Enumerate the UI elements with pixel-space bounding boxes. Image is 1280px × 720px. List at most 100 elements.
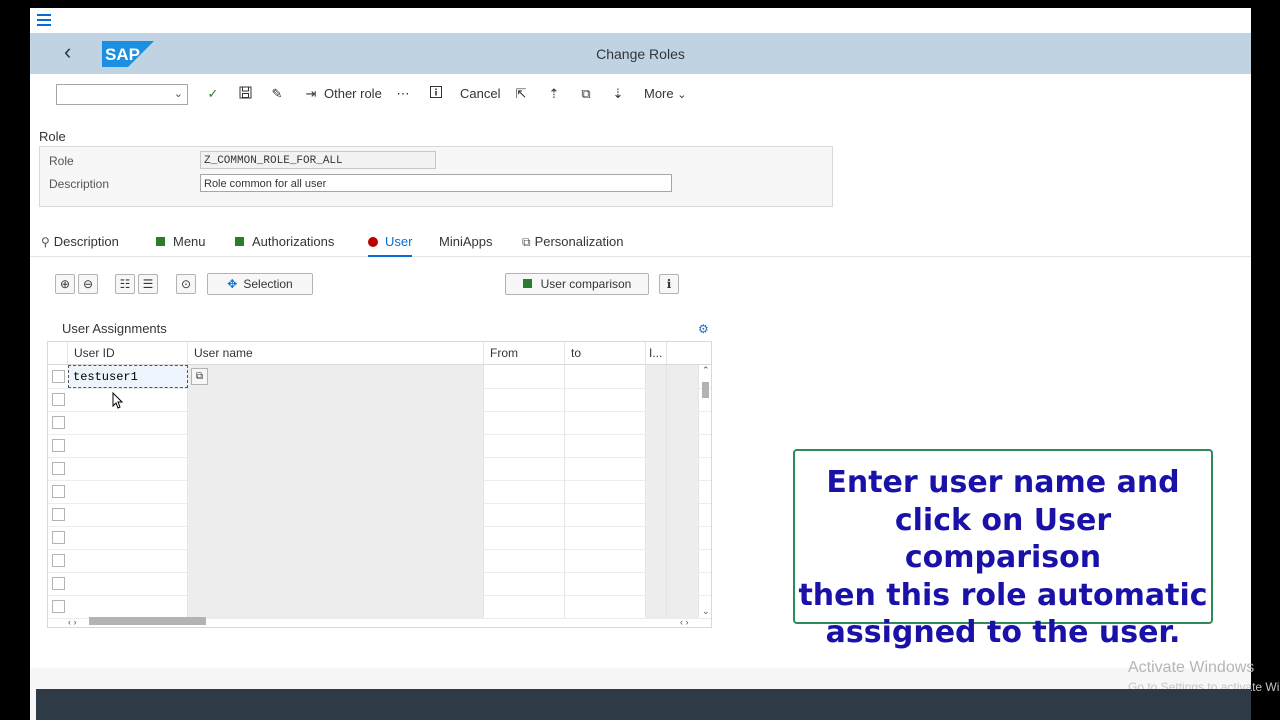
- column-header-user-id[interactable]: User ID: [68, 342, 188, 364]
- select-all-icon[interactable]: ☷: [115, 274, 135, 294]
- selection-button[interactable]: ✥ Selection: [207, 273, 313, 295]
- cell-filler: [667, 526, 699, 549]
- cell-user-id[interactable]: [68, 480, 188, 503]
- cell-filler: [667, 434, 699, 457]
- cell-user-id[interactable]: [68, 526, 188, 549]
- download-icon[interactable]: ⇣: [610, 86, 626, 102]
- row-select-checkbox[interactable]: [52, 370, 65, 383]
- cell-from[interactable]: [484, 457, 565, 480]
- cell-to[interactable]: [565, 572, 646, 595]
- row-select-checkbox[interactable]: [52, 416, 65, 429]
- cell-user-id[interactable]: [68, 434, 188, 457]
- row-select-checkbox[interactable]: [52, 577, 65, 590]
- row-select-checkbox[interactable]: [52, 462, 65, 475]
- cell-user-id[interactable]: [68, 411, 188, 434]
- check-icon[interactable]: ✓: [205, 86, 221, 102]
- chevron-down-icon: ⌄: [677, 89, 687, 101]
- user-comparison-button[interactable]: User comparison: [505, 273, 649, 295]
- cell-user-id[interactable]: [68, 549, 188, 572]
- table-row: [48, 549, 711, 573]
- cell-from[interactable]: [484, 365, 565, 388]
- svg-text:‹ ›: ‹ ›: [680, 617, 689, 626]
- menu-icon[interactable]: [37, 14, 51, 26]
- cell-from[interactable]: [484, 388, 565, 411]
- tab-user[interactable]: User: [368, 234, 413, 257]
- cell-from[interactable]: [484, 572, 565, 595]
- remove-row-icon[interactable]: ⊖: [78, 274, 98, 294]
- cell-user-id[interactable]: [68, 595, 188, 618]
- cell-user-name: [188, 549, 484, 572]
- cell-from[interactable]: [484, 411, 565, 434]
- row-select-checkbox[interactable]: [52, 508, 65, 521]
- tab-miniapps[interactable]: MiniApps: [439, 234, 492, 250]
- cell-to[interactable]: [565, 503, 646, 526]
- gear-icon[interactable]: ⚙: [698, 322, 709, 336]
- cell-user-id[interactable]: [68, 572, 188, 595]
- upload-icon[interactable]: ⇡: [546, 86, 562, 102]
- tab-description[interactable]: ⚲ Description: [41, 234, 119, 250]
- cell-to[interactable]: [565, 365, 646, 388]
- cell-user-id[interactable]: [68, 388, 188, 411]
- role-label: Role: [49, 154, 74, 168]
- row-select-checkbox[interactable]: [52, 554, 65, 567]
- tab-personalization[interactable]: ⧉ Personalization: [522, 234, 623, 250]
- row-select-checkbox[interactable]: [52, 600, 65, 613]
- row-select-checkbox[interactable]: [52, 393, 65, 406]
- column-header-user-name[interactable]: User name: [188, 342, 484, 364]
- cell-from[interactable]: [484, 526, 565, 549]
- more-label: More: [644, 86, 674, 101]
- table-row: [48, 457, 711, 481]
- cell-filler: [667, 388, 699, 411]
- column-header-from[interactable]: From: [484, 342, 565, 364]
- cell-to[interactable]: [565, 388, 646, 411]
- more-button[interactable]: More ⌄: [644, 86, 686, 103]
- cell-from[interactable]: [484, 480, 565, 503]
- row-select-checkbox[interactable]: [52, 485, 65, 498]
- horizontal-scrollbar[interactable]: ‹ › ‹ ›: [68, 616, 708, 626]
- save-icon[interactable]: [237, 86, 253, 102]
- row-select-checkbox[interactable]: [52, 531, 65, 544]
- cell-to[interactable]: [565, 549, 646, 572]
- cell-user-id[interactable]: [68, 457, 188, 480]
- cell-user-id[interactable]: [68, 503, 188, 526]
- tab-menu[interactable]: Menu: [156, 234, 206, 250]
- copy-icon[interactable]: ⧉: [578, 86, 594, 102]
- description-field[interactable]: Role common for all user: [200, 174, 672, 192]
- value-help-icon[interactable]: ⧉: [191, 368, 208, 385]
- command-select[interactable]: ⌄: [56, 84, 188, 105]
- export-icon[interactable]: ⇱: [513, 86, 529, 102]
- column-header-indicator[interactable]: I...: [646, 342, 667, 364]
- table-row: testuser1 ⧉: [48, 365, 711, 389]
- instruction-callout: Enter user name and click on User compar…: [793, 449, 1213, 650]
- hierarchy-icon[interactable]: ⋯: [395, 86, 411, 102]
- selection-label: Selection: [243, 277, 293, 291]
- cell-to[interactable]: [565, 434, 646, 457]
- cancel-button[interactable]: Cancel: [460, 86, 500, 102]
- tab-authorizations[interactable]: Authorizations: [235, 234, 334, 250]
- add-row-icon[interactable]: ⊕: [55, 274, 75, 294]
- edit-display-icon[interactable]: ✎: [269, 86, 285, 102]
- cell-from[interactable]: [484, 595, 565, 618]
- other-role-button[interactable]: Other role: [324, 86, 382, 102]
- cell-from[interactable]: [484, 434, 565, 457]
- tab-miniapps-label: MiniApps: [439, 234, 493, 249]
- cell-to[interactable]: [565, 411, 646, 434]
- cell-indicator: [646, 457, 667, 480]
- personalization-icon: ⧉: [522, 235, 531, 249]
- display-details-icon[interactable]: ⊙: [176, 274, 196, 294]
- column-header-to[interactable]: to: [565, 342, 646, 364]
- deselect-all-icon[interactable]: ☰: [138, 274, 158, 294]
- info-icon[interactable]: ℹ: [659, 274, 679, 294]
- cell-to[interactable]: [565, 480, 646, 503]
- description-label: Description: [49, 177, 110, 191]
- cell-to[interactable]: [565, 457, 646, 480]
- cell-user-id[interactable]: testuser1: [68, 365, 188, 388]
- row-select-checkbox[interactable]: [52, 439, 65, 452]
- cell-from[interactable]: [484, 503, 565, 526]
- info-icon[interactable]: [428, 86, 444, 102]
- cell-to[interactable]: [565, 595, 646, 618]
- cell-to[interactable]: [565, 526, 646, 549]
- cell-from[interactable]: [484, 549, 565, 572]
- other-role-icon[interactable]: ⇥: [303, 86, 319, 102]
- vertical-scrollbar[interactable]: ⌃ ⌄: [700, 364, 710, 616]
